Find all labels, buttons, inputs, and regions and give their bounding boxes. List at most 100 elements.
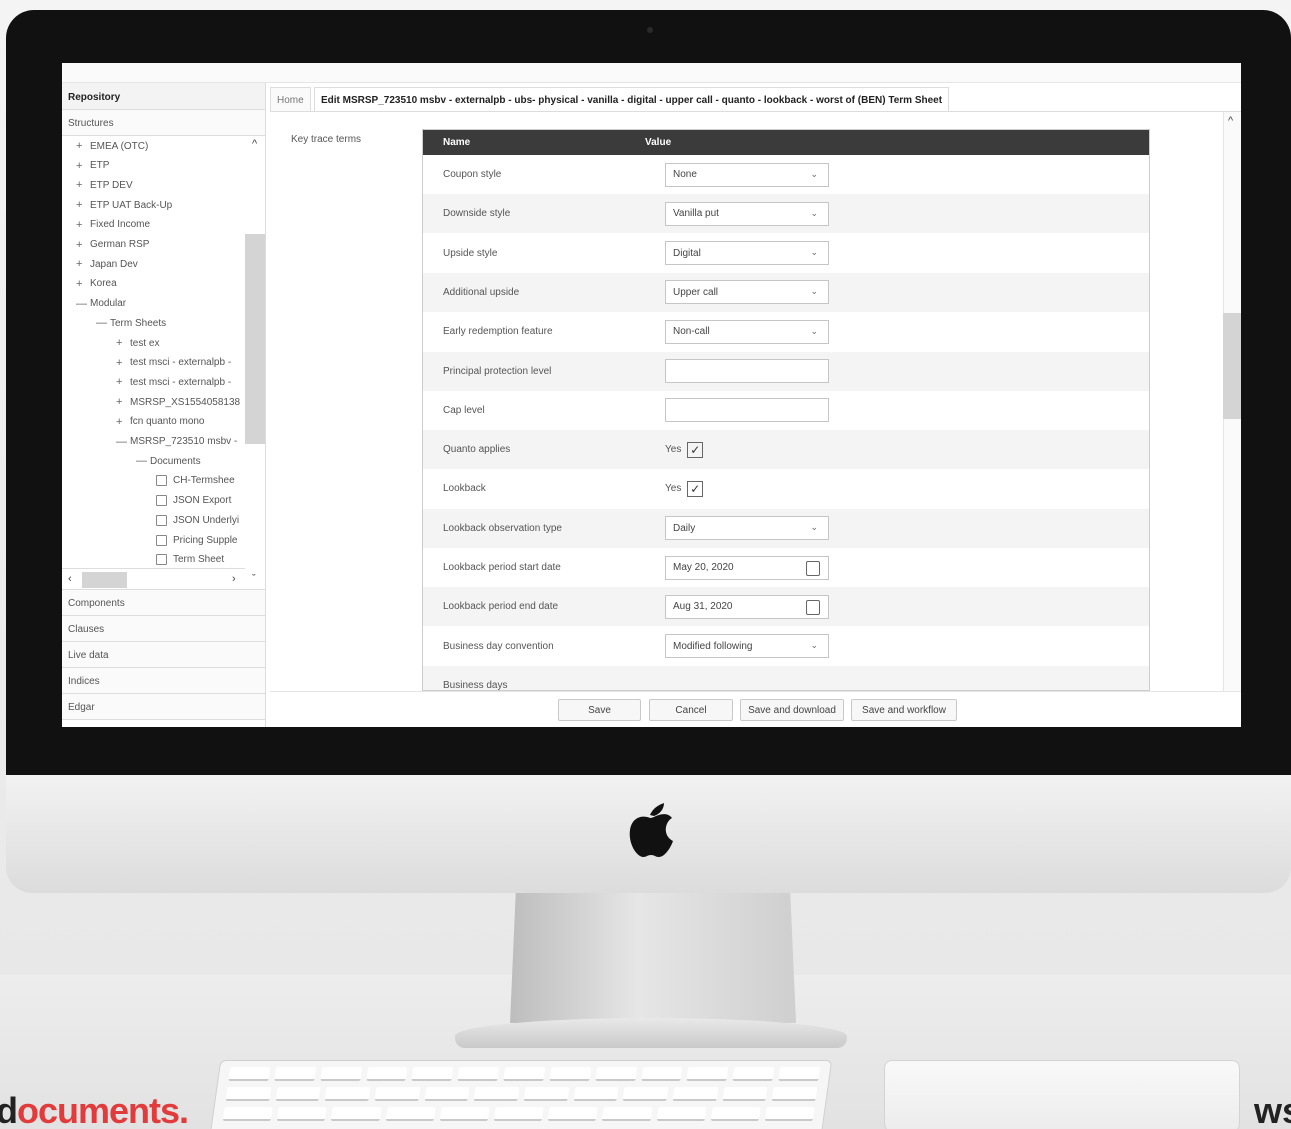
scroll-down-icon[interactable]: ˇ [252,573,256,585]
expand-icon[interactable]: + [116,416,130,428]
scroll-left-icon[interactable]: ‹ [68,573,72,585]
tree-node[interactable]: — Term Sheets [96,316,166,330]
tree-node[interactable]: + German RSP [76,238,149,252]
tree-node[interactable]: — MSRSP_723510 msbv - [116,435,237,449]
chevron-down-icon[interactable]: ⌄ [810,522,818,533]
calendar-icon[interactable] [806,599,820,615]
tree-node-label: Modular [90,298,127,310]
brand-logo-left-prefix: d [0,1090,18,1129]
tree-node[interactable]: + ETP UAT Back-Up [76,198,172,212]
text-input[interactable] [665,359,829,383]
tab-home[interactable]: Home [270,87,311,111]
expand-icon[interactable]: + [76,258,90,270]
indices-section-header[interactable]: Indices [62,668,265,694]
save-and-download-button[interactable]: Save and download [740,699,844,721]
tree-node[interactable]: + ETP [76,159,109,173]
structures-section-header[interactable]: Structures [62,110,265,136]
tree-node[interactable]: Term Sheet [152,553,224,567]
expand-icon[interactable]: + [76,219,90,231]
expand-icon[interactable]: + [116,396,130,408]
calendar-icon[interactable] [806,560,820,576]
chevron-down-icon[interactable]: ⌄ [810,286,818,297]
table-row: Lookback period start date May 20, 2020 [423,548,1149,587]
tree-node[interactable]: + Korea [76,277,117,291]
field-value: Modified following [673,640,753,652]
chevron-down-icon[interactable]: ⌄ [810,640,818,651]
chevron-down-icon[interactable]: ⌄ [810,326,818,337]
tree-node-label: German RSP [90,239,150,250]
row-label: Quanto applies [443,444,511,456]
tree-node[interactable]: + test msci - externalpb - [116,375,231,389]
tree-node[interactable]: + Fixed Income [76,218,150,232]
tree-node[interactable]: + Japan Dev [76,257,138,271]
dropdown-select[interactable]: Upper call ⌄ [665,280,829,305]
expand-icon[interactable]: + [76,160,90,172]
tree-node[interactable]: CH-Termshee [152,474,235,488]
table-row: Downside style Vanilla put ⌄ [423,194,1149,234]
column-header-value: Value [645,137,672,148]
expand-icon[interactable]: + [76,278,90,290]
tree-node-label: Fixed Income [90,219,151,231]
tree-hscroll-thumb[interactable] [82,572,127,588]
dropdown-select[interactable]: Modified following ⌄ [665,634,829,659]
tree-node[interactable]: JSON Underlyi [152,513,239,527]
collapse-icon[interactable]: — [116,436,130,448]
tree-node[interactable]: + MSRSP_XS1554058138 [116,395,240,409]
main-scroll-thumb[interactable] [1223,313,1241,419]
table-row: Cap level [423,391,1149,430]
components-section-header[interactable]: Components [62,590,265,616]
chevron-down-icon[interactable]: ⌄ [810,208,818,219]
tree-node-label: MSRSP_723510 msbv - [130,436,238,447]
tree-scroll-thumb[interactable] [245,234,265,444]
tree-node[interactable]: + test msci - externalpb - [116,356,231,370]
cancel-button[interactable]: Cancel [649,699,733,721]
collapse-icon[interactable]: — [136,455,150,467]
chevron-down-icon[interactable]: ⌄ [810,169,818,180]
main-scroll-up-icon[interactable]: ^ [1228,115,1233,127]
table-row: Lookback Yes ✓ [423,469,1149,508]
table-row: Early redemption feature Non-call ⌄ [423,312,1149,351]
tree-node[interactable]: + test ex [116,336,159,350]
tree-node-label: EMEA (OTC) [90,140,149,152]
collapse-icon[interactable]: — [96,317,110,329]
checkbox[interactable]: ✓ [687,480,704,497]
document-icon [156,475,167,487]
row-label: Business day convention [443,640,554,652]
edgar-section-header[interactable]: Edgar [62,694,265,720]
dropdown-select[interactable]: Digital ⌄ [665,241,829,266]
expand-icon[interactable]: + [116,376,130,388]
checkbox[interactable]: ✓ [687,441,704,458]
scroll-up-icon[interactable]: ^ [252,138,257,150]
dropdown-select[interactable]: Non-call ⌄ [665,319,829,344]
tab-edit-term-sheet[interactable]: Edit MSRSP_723510 msbv - externalpb - ub… [314,87,950,111]
repository-panel: Repository Structures Term Sheet Pricing … [62,83,266,727]
clauses-section-header[interactable]: Clauses [62,616,265,642]
save-button[interactable]: Save [558,699,641,721]
field-value: Aug 31, 2020 [673,601,733,613]
text-input[interactable] [665,398,829,423]
tree-node[interactable]: + ETP DEV [76,178,133,192]
expand-icon[interactable]: + [76,239,90,251]
tree-node[interactable]: + EMEA (OTC) [76,139,148,153]
tree-node[interactable]: — Modular [76,297,126,311]
tree-node[interactable]: — Documents [136,454,201,468]
collapse-icon[interactable]: — [76,298,90,310]
expand-icon[interactable]: + [76,199,90,211]
tree-node[interactable]: Pricing Supple [152,533,237,547]
chevron-down-icon[interactable]: ⌄ [810,247,818,258]
date-input[interactable]: May 20, 2020 [665,555,829,580]
dropdown-select[interactable]: Daily ⌄ [665,516,829,541]
dropdown-select[interactable]: Vanilla put ⌄ [665,201,829,226]
expand-icon[interactable]: + [76,179,90,191]
tree-node[interactable]: + fcn quanto mono [116,415,205,429]
expand-icon[interactable]: + [116,357,130,369]
expand-icon[interactable]: + [76,140,90,152]
dropdown-select[interactable]: None ⌄ [665,162,829,187]
live-data-section-header[interactable]: Live data [62,642,265,668]
expand-icon[interactable]: + [116,337,130,349]
date-input[interactable]: Aug 31, 2020 [665,594,829,619]
tree-node[interactable]: JSON Export [152,494,231,508]
repository-title: Repository [62,83,265,110]
save-and-workflow-button[interactable]: Save and workflow [851,699,957,721]
scroll-right-icon[interactable]: › [232,573,236,585]
